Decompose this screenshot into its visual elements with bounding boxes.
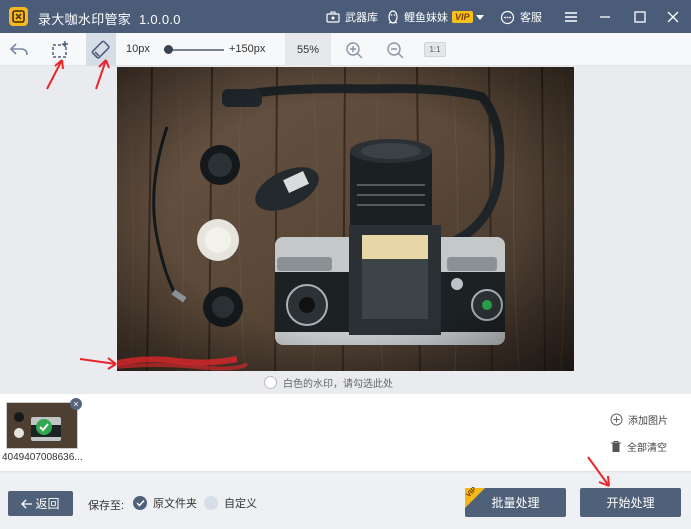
minimize-button[interactable]: [594, 6, 616, 28]
vip-badge: VIP: [452, 11, 473, 23]
trash-icon: [611, 441, 621, 452]
user-menu[interactable]: 鲤鱼妹妹 VIP: [387, 8, 484, 26]
title-bar: 录大咖水印管家 1.0.0.0 武器库 鲤鱼妹妹 VIP 客服: [0, 0, 691, 33]
minimize-icon: [600, 16, 610, 18]
clear-all-label: 全部清空: [627, 443, 667, 454]
option-custom-label: 自定义: [224, 498, 257, 510]
back-label: 返回: [35, 497, 60, 511]
maximize-button[interactable]: [629, 6, 651, 28]
image-canvas: 白色的水印，请勾选此处: [0, 67, 691, 394]
undo-button[interactable]: [4, 33, 34, 66]
camera-photo: [117, 67, 574, 371]
hamburger-icon: [565, 12, 577, 22]
app-logo-icon: [9, 7, 28, 26]
zoom-in-icon: [346, 42, 363, 59]
add-image-label: 添加图片: [628, 416, 668, 427]
service-label: 客服: [520, 12, 542, 24]
brush-size-slider[interactable]: [164, 49, 224, 51]
app-version: 1.0.0.0: [138, 12, 181, 27]
maximize-icon: [634, 11, 646, 23]
annotation-arrow-icon: [79, 357, 117, 370]
close-button[interactable]: [662, 6, 684, 28]
radio-selected-icon[interactable]: [133, 496, 147, 510]
add-image-button[interactable]: 添加图片: [610, 412, 668, 427]
toolbox-icon: [326, 11, 340, 23]
chat-icon: [500, 10, 515, 24]
app-name: 录大咖水印管家: [38, 12, 132, 27]
annotation-arrow-icon: [46, 59, 64, 90]
back-arrow-icon: [21, 499, 33, 508]
remove-thumbnail-button[interactable]: ×: [70, 398, 82, 410]
save-option-original[interactable]: 原文件夹: [133, 495, 197, 511]
annotation-arrow-icon: [587, 456, 610, 487]
actual-size-button[interactable]: 1:1: [424, 42, 446, 57]
save-option-custom[interactable]: 自定义: [204, 495, 257, 511]
white-watermark-checkbox[interactable]: 白色的水印，请勾选此处: [264, 375, 393, 390]
brush-max-size: +150px: [229, 43, 266, 55]
customer-service-button[interactable]: 客服: [500, 8, 542, 26]
zoom-out-button[interactable]: [385, 40, 405, 60]
back-button[interactable]: 返回: [8, 491, 73, 516]
arsenal-button[interactable]: 武器库: [326, 8, 378, 26]
zoom-out-icon: [387, 42, 404, 59]
brush-size-slider-handle[interactable]: [164, 45, 173, 54]
radio-unselected-icon[interactable]: [204, 496, 218, 510]
undo-icon: [9, 42, 28, 55]
user-name: 鲤鱼妹妹: [404, 12, 448, 24]
start-process-button[interactable]: 开始处理: [580, 488, 681, 517]
brush-min-size: 10px: [126, 43, 150, 55]
check-icon: [36, 419, 52, 435]
option-original-label: 原文件夹: [153, 498, 197, 510]
arsenal-label: 武器库: [345, 12, 378, 24]
save-to-label: 保存至:: [88, 500, 125, 512]
annotation-arrow-icon: [95, 59, 110, 90]
close-icon: [667, 11, 679, 23]
thumbnail-filename: 4049407008636...: [2, 452, 83, 463]
plus-circle-icon: [610, 413, 623, 426]
penguin-icon: [388, 9, 398, 24]
image-thumbnail[interactable]: [6, 402, 78, 449]
chevron-down-icon: [475, 14, 484, 20]
zoom-in-button[interactable]: [344, 40, 364, 60]
edited-image[interactable]: [117, 67, 574, 371]
clear-all-button[interactable]: 全部清空: [610, 439, 667, 454]
zoom-level: 55%: [285, 33, 331, 66]
app-title: 录大咖水印管家 1.0.0.0: [38, 9, 181, 28]
checkbox-ring[interactable]: [264, 376, 277, 389]
white-watermark-hint: 白色的水印，请勾选此处: [283, 379, 393, 390]
menu-button[interactable]: [560, 6, 582, 28]
